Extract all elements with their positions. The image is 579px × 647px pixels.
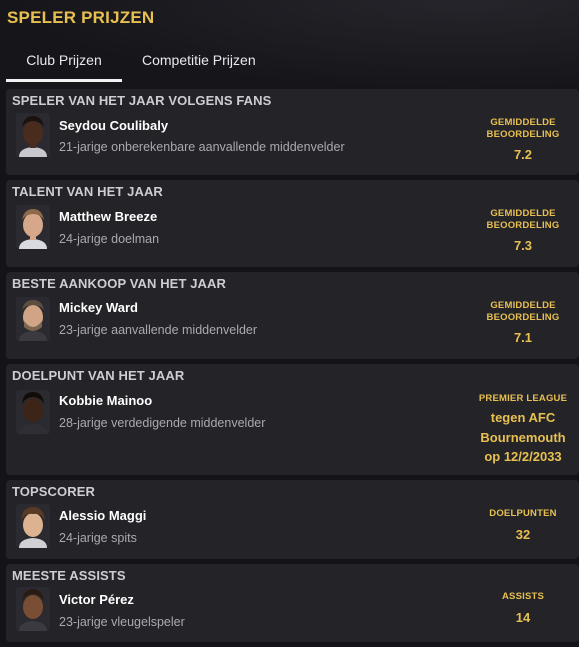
goal-detail: Bournemouth <box>480 429 566 445</box>
stat-label: BEOORDELING <box>486 129 560 140</box>
player-face-icon <box>16 504 50 548</box>
player-description: 24-jarige doelman <box>59 232 160 246</box>
stat-label: BEOORDELING <box>486 220 560 231</box>
award-title: SPELER VAN HET JAAR VOLGENS FANS <box>12 93 272 108</box>
player-description: 24-jarige spits <box>59 531 137 545</box>
player-name[interactable]: Seydou Coulibaly <box>59 118 168 133</box>
player-face-icon <box>16 297 50 341</box>
award-card-signing[interactable]: BESTE AANKOOP VAN HET JAAR Mickey Ward 2… <box>6 272 579 359</box>
stat-label: ASSISTS <box>501 591 545 602</box>
page-title: SPELER PRIJZEN <box>7 8 155 27</box>
player-face-icon <box>16 205 50 249</box>
award-stat: GEMIDDELDE BEOORDELING 7.1 <box>475 300 571 345</box>
stat-value: 7.3 <box>513 238 533 253</box>
award-card-goal[interactable]: DOELPUNT VAN HET JAAR Kobbie Mainoo 28-j… <box>6 364 579 475</box>
stat-value: 7.2 <box>513 147 533 162</box>
award-card-talent[interactable]: TALENT VAN HET JAAR Matthew Breeze 24-ja… <box>6 180 579 267</box>
awards-list: SPELER VAN HET JAAR VOLGENS FANS Seydou … <box>6 89 579 647</box>
player-avatar <box>16 113 50 157</box>
player-name[interactable]: Kobbie Mainoo <box>59 393 152 408</box>
player-face-icon <box>16 587 50 631</box>
player-avatar <box>16 297 50 341</box>
awards-screen: SPELER PRIJZEN Club Prijzen Competitie P… <box>0 0 579 647</box>
player-avatar <box>16 587 50 631</box>
goal-detail: op 12/2/2033 <box>484 449 562 464</box>
player-name[interactable]: Mickey Ward <box>59 300 138 315</box>
player-name[interactable]: Alessio Maggi <box>59 508 146 523</box>
award-title: TALENT VAN HET JAAR <box>12 184 163 199</box>
player-face-icon <box>16 113 50 157</box>
award-title: MEESTE ASSISTS <box>12 568 126 583</box>
award-stat: ASSISTS 14 <box>475 591 571 625</box>
player-avatar <box>16 205 50 249</box>
award-title: BESTE AANKOOP VAN HET JAAR <box>12 276 226 291</box>
goal-detail: tegen AFC <box>490 410 556 425</box>
stat-value: 7.1 <box>513 330 533 345</box>
award-title: DOELPUNT VAN HET JAAR <box>12 368 185 383</box>
award-stat: DOELPUNTEN 32 <box>475 508 571 542</box>
player-description: 23-jarige aanvallende middenvelder <box>59 323 258 337</box>
stat-label: GEMIDDELDE <box>490 117 556 128</box>
stat-label: DOELPUNTEN <box>489 508 557 519</box>
tab-bar: Club Prijzen Competitie Prijzen <box>6 44 256 82</box>
award-stat: PREMIER LEAGUE tegen AFC Bournemouth op … <box>473 393 573 467</box>
award-card-top-scorer[interactable]: TOPSCORER Alessio Maggi 24-jarige spits … <box>6 480 579 559</box>
player-face-icon <box>16 390 50 434</box>
player-name[interactable]: Victor Pérez <box>59 592 134 607</box>
player-avatar <box>16 504 50 548</box>
award-stat: GEMIDDELDE BEOORDELING 7.3 <box>475 208 571 253</box>
player-name[interactable]: Matthew Breeze <box>59 209 157 224</box>
player-description: 21-jarige onberekenbare aanvallende midd… <box>59 140 345 154</box>
stat-label: BEOORDELING <box>486 312 560 323</box>
stat-label: PREMIER LEAGUE <box>478 393 568 404</box>
award-title: TOPSCORER <box>12 484 96 499</box>
stat-label: GEMIDDELDE <box>490 300 556 311</box>
stat-label: GEMIDDELDE <box>490 208 556 219</box>
tab-competition-awards[interactable]: Competitie Prijzen <box>122 44 256 82</box>
award-card-assists[interactable]: MEESTE ASSISTS Victor Pérez 23-jarige vl… <box>6 564 579 642</box>
stat-value: 32 <box>515 527 531 542</box>
player-description: 28-jarige verdedigende middenvelder <box>59 416 266 430</box>
award-stat: GEMIDDELDE BEOORDELING 7.2 <box>475 117 571 162</box>
tab-club-awards[interactable]: Club Prijzen <box>6 44 122 82</box>
award-card-fan-player[interactable]: SPELER VAN HET JAAR VOLGENS FANS Seydou … <box>6 89 579 175</box>
stat-value: 14 <box>515 610 531 625</box>
player-description: 23-jarige vleugelspeler <box>59 615 185 629</box>
player-avatar <box>16 390 50 434</box>
